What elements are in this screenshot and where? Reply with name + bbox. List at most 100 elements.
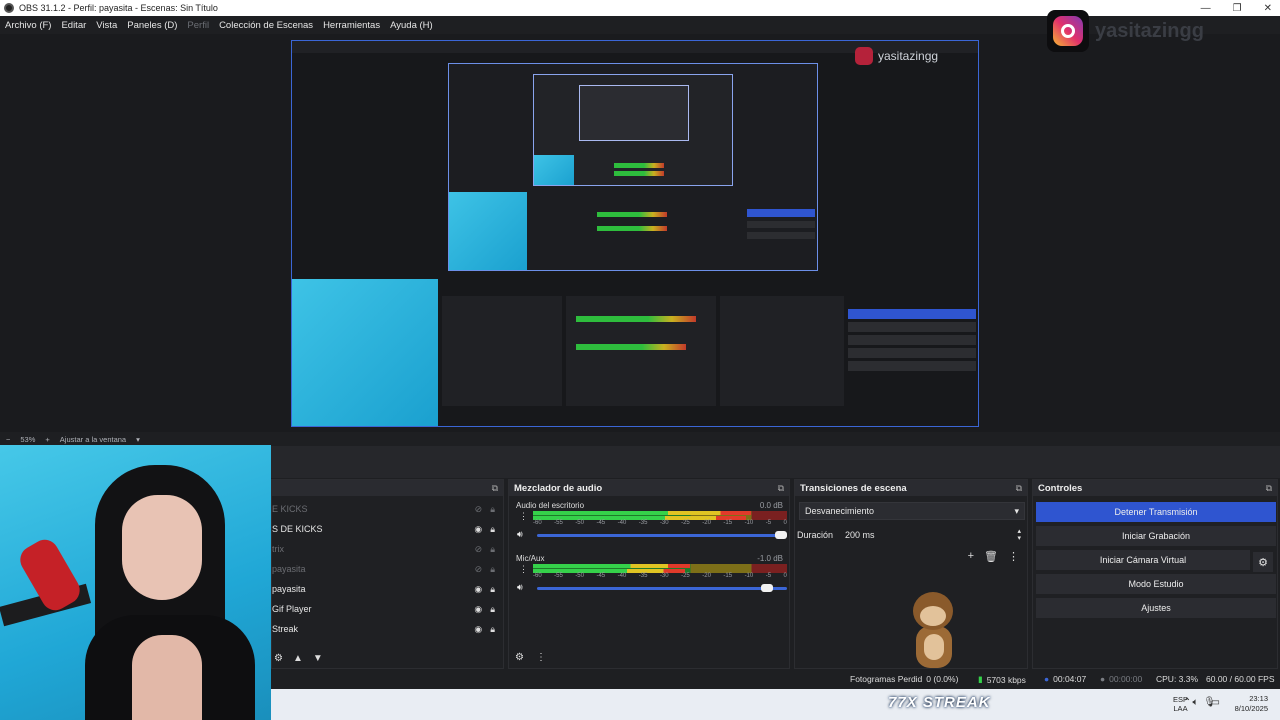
record-icon: ● [1100, 674, 1106, 684]
speaker-icon[interactable]: 🔈︎ [1193, 697, 1199, 708]
menu-docks[interactable]: Paneles (D) [127, 20, 177, 31]
delete-transition-icon[interactable]: 🗑︎ [984, 550, 998, 563]
mixer-menu-icon[interactable]: ⋮ [536, 652, 546, 663]
menu-help[interactable]: Ayuda (H) [390, 20, 433, 31]
meter-scale-tick: -55 [554, 520, 563, 526]
start-virtual-camera-button[interactable]: Iniciar Cámara Virtual [1036, 550, 1250, 570]
meter-scale-tick: -60 [533, 573, 542, 579]
sources-dock-header: ⧉ [272, 480, 503, 496]
nested-button [848, 335, 976, 345]
nested-webcam-3 [534, 155, 574, 185]
program-preview[interactable] [291, 40, 979, 427]
meter-scale-tick: 0 [783, 573, 787, 579]
source-row[interactable]: Streak ◉ 🔒︎ [272, 619, 503, 639]
nested-meter [614, 171, 664, 176]
volume-slider[interactable] [537, 534, 787, 537]
virtual-camera-settings-icon[interactable]: ⚙ [1253, 552, 1273, 572]
clock-date: 8/10/2025 [1234, 704, 1268, 713]
sources-dock: ⧉ E KICKS ⊘ 🔒︎ S DE KICKS ◉ 🔒︎ trix ⊘ 🔒︎ pa… [271, 479, 504, 669]
transition-select[interactable]: Desvanecimiento ▾ [799, 502, 1025, 520]
menu-profile[interactable]: Perfil [187, 20, 209, 31]
instagram-logo [1047, 10, 1089, 52]
instagram-overlay: yasitazingg [1047, 10, 1204, 52]
source-name: E KICKS [272, 504, 308, 514]
eye-icon[interactable]: ◉ [474, 604, 482, 615]
move-down-icon[interactable]: ▼ [313, 653, 323, 664]
volume-icon[interactable]: 🔊︎ [517, 582, 523, 593]
spinner-icon[interactable]: ▴ ▾ [1017, 528, 1021, 542]
transitions-title: Transiciones de escena [800, 482, 907, 494]
system-clock[interactable]: 23:13 8/10/2025 [1235, 694, 1268, 714]
advanced-audio-icon[interactable]: ⚙ [515, 652, 524, 663]
menu-tools[interactable]: Herramientas [323, 20, 380, 31]
source-row[interactable]: payasita ⊘ 🔒︎ [272, 559, 503, 579]
lock-icon[interactable]: 🔒︎ [490, 504, 495, 515]
lock-icon[interactable]: 🔒︎ [490, 584, 495, 595]
meter-scale-tick: -20 [702, 573, 711, 579]
undock-icon[interactable]: ⧉ [1266, 483, 1272, 494]
meter-scale-tick: -5 [765, 520, 772, 526]
lock-icon[interactable]: 🔒︎ [490, 544, 495, 555]
source-properties-icon[interactable]: ⚙ [274, 653, 283, 664]
meter-scale-tick: -45 [596, 520, 606, 526]
eye-icon[interactable]: ◉ [474, 584, 482, 595]
stop-streaming-button[interactable]: Detener Transmisión [1036, 502, 1276, 522]
menu-view[interactable]: Vista [96, 20, 117, 31]
stream-time-value: 00:04:07 [1053, 674, 1087, 684]
record-time: ● 00:00:00 [1100, 674, 1142, 684]
menu-scene-collection[interactable]: Colección de Escenas [219, 20, 313, 31]
chevron-up-icon[interactable]: ⌃ [1183, 697, 1191, 708]
lock-icon[interactable]: 🔒︎ [490, 604, 495, 615]
nested-webcam-2 [449, 192, 527, 270]
close-icon[interactable]: ✕ [1264, 3, 1272, 14]
source-row[interactable]: E KICKS ⊘ 🔒︎ [272, 499, 503, 519]
meter-scale-tick: -45 [596, 573, 606, 579]
maximize-icon[interactable]: ❐ [1233, 3, 1242, 14]
eye-hidden-icon[interactable]: ⊘ [475, 544, 483, 555]
controls-dock: Controles ⧉ Detener Transmisión Iniciar … [1032, 479, 1278, 669]
record-time-value: 00:00:00 [1109, 674, 1143, 684]
channel-name: Mic/Aux [516, 554, 545, 563]
fit-to-window-label[interactable]: Ajustar a la ventana [60, 435, 126, 444]
volume-slider-knob[interactable] [775, 531, 787, 539]
instagram-icon [1053, 16, 1083, 46]
source-row[interactable]: S DE KICKS ◉ 🔒︎ [272, 519, 503, 539]
studio-mode-button[interactable]: Modo Estudio [1036, 574, 1276, 594]
volume-slider-knob[interactable] [760, 584, 773, 592]
undock-icon[interactable]: ⧉ [778, 483, 784, 494]
window-controls: — ❐ ✕ [1201, 0, 1272, 16]
eye-hidden-icon[interactable]: ⊘ [475, 504, 483, 515]
eye-icon[interactable]: ◉ [474, 624, 482, 635]
source-row[interactable]: trix ⊘ 🔒︎ [272, 539, 503, 559]
chevron-down-icon[interactable]: ▾ [136, 435, 140, 444]
nested-meter [597, 226, 667, 231]
lock-icon[interactable]: 🔒︎ [490, 624, 495, 635]
channel-menu-icon[interactable]: ⋮ [519, 564, 528, 575]
zoom-in-button[interactable]: + [45, 435, 49, 444]
undock-icon[interactable]: ⧉ [1016, 483, 1022, 494]
start-recording-button[interactable]: Iniciar Grabación [1036, 526, 1276, 546]
channel-name: Audio del escritorio [516, 501, 585, 510]
undock-icon[interactable]: ⧉ [492, 483, 498, 494]
zoom-out-button[interactable]: − [6, 435, 10, 444]
channel-menu-icon[interactable]: ⋮ [519, 511, 528, 522]
add-transition-icon[interactable]: + [968, 550, 974, 563]
streamer-face [122, 495, 202, 600]
lock-icon[interactable]: 🔒︎ [490, 524, 495, 535]
source-row[interactable]: Gif Player ◉ 🔒︎ [272, 599, 503, 619]
menu-file[interactable]: Archivo (F) [5, 20, 51, 31]
settings-button[interactable]: Ajustes [1036, 598, 1276, 618]
menu-edit[interactable]: Editar [61, 20, 86, 31]
network-icon[interactable]: ▭ [1211, 697, 1220, 708]
instagram-handle: yasitazingg [1095, 19, 1204, 42]
volume-icon[interactable]: 🔊︎ [517, 529, 523, 540]
move-up-icon[interactable]: ▲ [293, 653, 303, 664]
duration-input[interactable]: 200 ms ▴ ▾ [841, 526, 1025, 544]
transition-menu-icon[interactable]: ⋮ [1008, 550, 1019, 563]
volume-slider[interactable] [537, 587, 787, 590]
source-row[interactable]: payasita ◉ 🔒︎ [272, 579, 503, 599]
lock-icon[interactable]: 🔒︎ [490, 564, 495, 575]
transition-selected: Desvanecimiento [805, 506, 875, 516]
eye-hidden-icon[interactable]: ⊘ [475, 564, 483, 575]
eye-icon[interactable]: ◉ [474, 524, 482, 535]
